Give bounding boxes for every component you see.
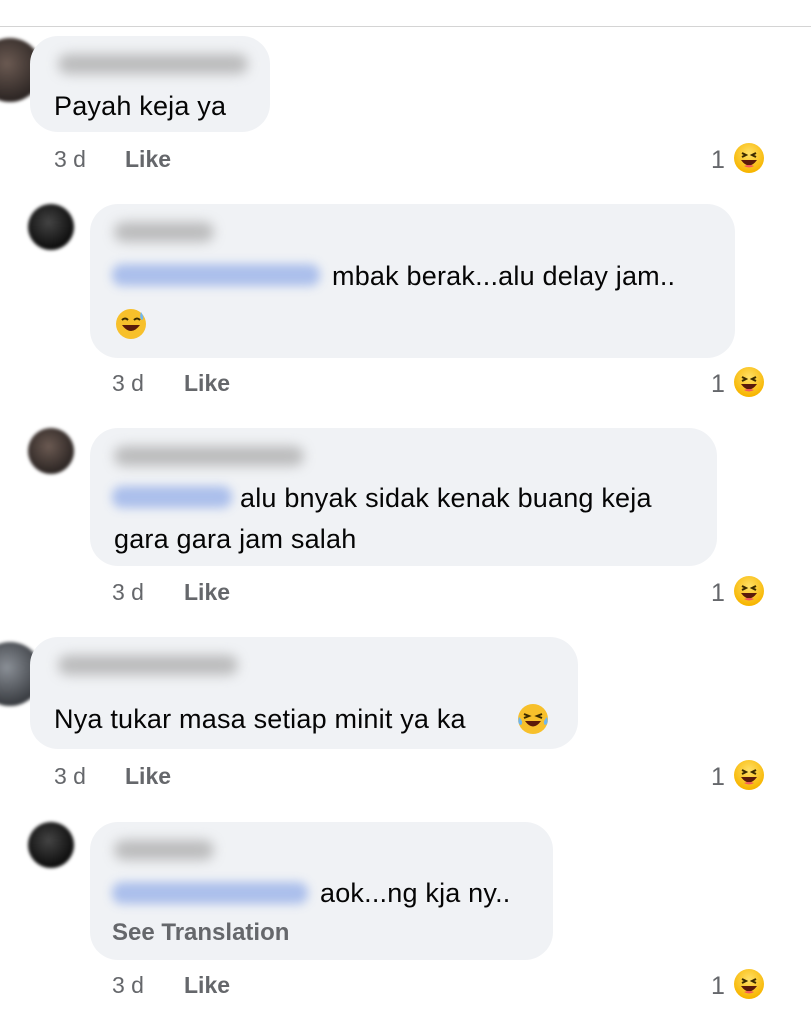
avatar[interactable]: [28, 822, 74, 868]
avatar[interactable]: [28, 428, 74, 474]
haha-emoji-icon[interactable]: [734, 576, 764, 606]
like-button[interactable]: Like: [184, 972, 230, 999]
mention-tag-redacted[interactable]: [112, 486, 232, 508]
reaction-count[interactable]: 1: [711, 763, 725, 792]
comment-text: mbak berak...alu delay jam..: [332, 261, 676, 291]
comment-text: Nya tukar masa setiap minit ya ka: [54, 704, 466, 734]
comment-timestamp[interactable]: 3 d: [112, 579, 144, 606]
sweat-smile-emoji-icon: [116, 309, 146, 339]
commenter-name-redacted[interactable]: [58, 655, 238, 675]
like-button[interactable]: Like: [184, 370, 230, 397]
divider: [0, 26, 811, 27]
haha-emoji-icon[interactable]: [734, 969, 764, 999]
comment-timestamp[interactable]: 3 d: [112, 370, 144, 397]
commenter-name-redacted[interactable]: [114, 840, 214, 860]
commenter-name-redacted[interactable]: [114, 222, 214, 242]
haha-emoji-icon[interactable]: [734, 143, 764, 173]
mention-tag-redacted[interactable]: [112, 264, 320, 286]
like-button[interactable]: Like: [125, 146, 171, 173]
comment-text: Payah keja ya: [54, 91, 227, 121]
comment-text-line2: gara gara jam salah: [114, 524, 357, 554]
comment-text-line1: alu bnyak sidak kenak buang keja: [240, 483, 652, 513]
reaction-count[interactable]: 1: [711, 579, 725, 608]
avatar[interactable]: [28, 204, 74, 250]
haha-emoji-icon[interactable]: [734, 760, 764, 790]
comment-timestamp[interactable]: 3 d: [54, 146, 86, 173]
like-button[interactable]: Like: [184, 579, 230, 606]
reaction-count[interactable]: 1: [711, 972, 725, 1001]
comment-text: aok...ng kja ny..: [320, 878, 511, 908]
reaction-count[interactable]: 1: [711, 146, 725, 175]
joy-emoji-icon: [518, 704, 548, 734]
see-translation-link[interactable]: See Translation: [112, 919, 289, 947]
comment-timestamp[interactable]: 3 d: [112, 972, 144, 999]
commenter-name-redacted[interactable]: [58, 54, 248, 74]
reaction-count[interactable]: 1: [711, 370, 725, 399]
comment-timestamp[interactable]: 3 d: [54, 763, 86, 790]
commenter-name-redacted[interactable]: [114, 446, 304, 466]
mention-tag-redacted[interactable]: [112, 882, 308, 904]
like-button[interactable]: Like: [125, 763, 171, 790]
haha-emoji-icon[interactable]: [734, 367, 764, 397]
